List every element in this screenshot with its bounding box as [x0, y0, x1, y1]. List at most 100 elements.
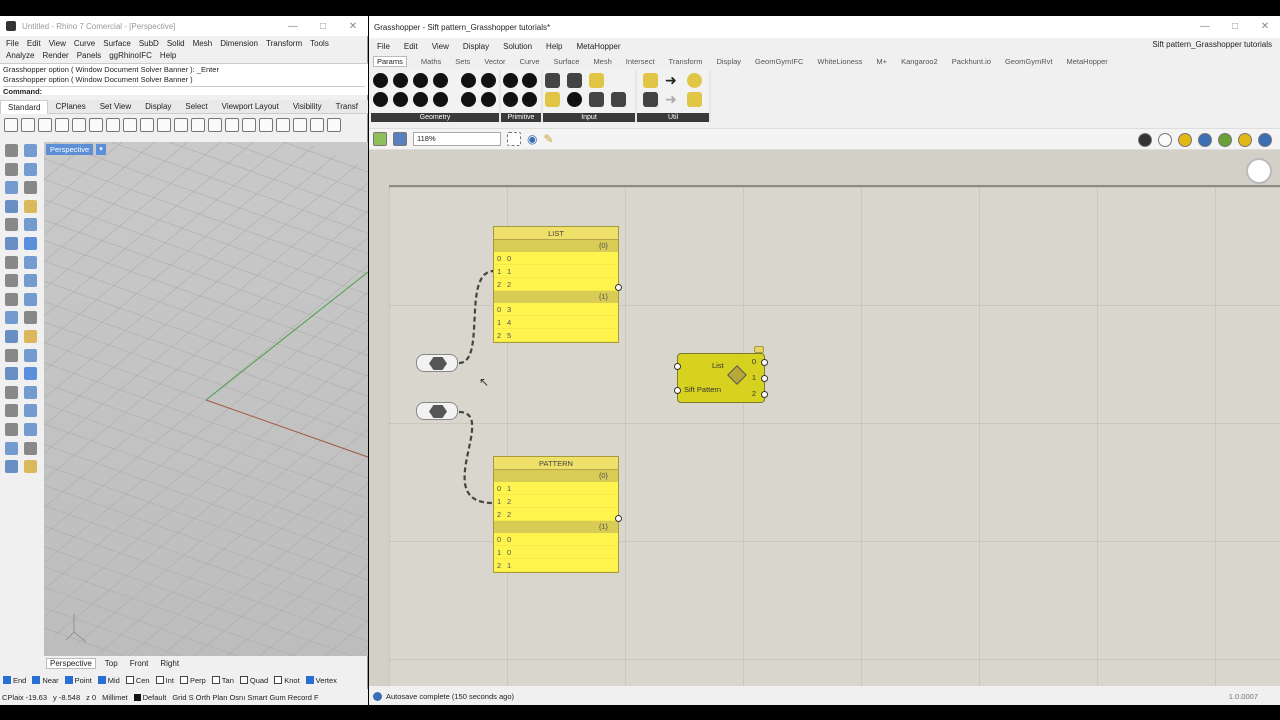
gh-tab-intersect[interactable]: Intersect	[626, 57, 655, 66]
box-icon[interactable]	[5, 255, 18, 269]
toolbar-tab-select[interactable]: Select	[178, 102, 214, 111]
toolbar-tab-transf[interactable]: Transf	[329, 102, 365, 111]
view-tab-top[interactable]: Top	[102, 659, 121, 668]
osnap-checkbox[interactable]	[3, 676, 11, 684]
document-preview-icon[interactable]	[1218, 133, 1232, 147]
layer-icon[interactable]	[24, 441, 37, 455]
gh-tab-vector[interactable]: Vector	[484, 57, 505, 66]
gh-menu-display[interactable]: Display	[463, 42, 489, 51]
zoom-extents-icon[interactable]	[242, 118, 256, 132]
scale-icon[interactable]	[24, 367, 37, 381]
viewport-menu-chevron-icon[interactable]: ▾	[96, 144, 106, 155]
list-panel[interactable]: LIST {0} 0 0 1 1 2 2 {1} 0 3 1 4 2 5	[493, 226, 619, 343]
viewport-label[interactable]: Perspective	[46, 144, 94, 155]
osnap-checkbox[interactable]	[211, 676, 220, 684]
sketch-pen-icon[interactable]: ✎	[543, 132, 553, 146]
mesh-icon[interactable]	[5, 292, 18, 306]
paste-icon[interactable]	[123, 118, 137, 132]
join-icon[interactable]	[5, 423, 18, 436]
number-param-icon[interactable]	[522, 73, 537, 88]
galapagos-icon[interactable]	[687, 92, 702, 107]
menu-item-solid[interactable]: Solid	[167, 39, 185, 48]
toolbar-tab-cplanes[interactable]: CPlanes	[48, 102, 92, 111]
rotate-icon[interactable]	[5, 367, 18, 381]
osnap-checkbox[interactable]	[32, 676, 41, 684]
pan-icon[interactable]	[157, 118, 171, 132]
gh-tab-whitelioness[interactable]: WhiteLioness	[817, 57, 862, 66]
curve-param-icon[interactable]	[461, 73, 476, 88]
panel-icon[interactable]	[589, 73, 604, 88]
view-tab-front[interactable]: Front	[127, 659, 152, 668]
osnap-checkbox[interactable]	[155, 676, 164, 684]
rotate-view-icon[interactable]	[191, 118, 205, 132]
geometry-param-icon[interactable]	[373, 73, 388, 88]
globe-icon[interactable]	[1258, 133, 1272, 147]
osnap-knot[interactable]: Knot	[274, 676, 300, 685]
menu-item-analyze[interactable]: Analyze	[6, 51, 34, 60]
toggle-icon[interactable]	[567, 73, 582, 88]
view-tab-perspective[interactable]: Perspective	[46, 657, 96, 669]
gh-canvas[interactable]: LIST {0} 0 0 1 1 2 2 {1} 0 3 1 4 2 5 PATTERN {0} 0 1 1 2 2 2{…	[369, 150, 1280, 686]
button-icon[interactable]	[567, 92, 582, 107]
hatch-icon[interactable]	[5, 330, 18, 343]
toolbar-tab-viewport-layout[interactable]: Viewport Layout	[215, 102, 286, 111]
menu-item-ggrhinoifc[interactable]: ggRhinoIFC	[109, 51, 152, 60]
gh-minimize-button[interactable]: —	[1190, 21, 1220, 32]
sift-pattern-component[interactable]: List Sift Pattern 0 1 2	[674, 346, 768, 403]
options-icon[interactable]	[327, 118, 341, 132]
open-file-icon[interactable]	[373, 132, 387, 146]
cluster-icon[interactable]	[643, 73, 658, 88]
print-icon[interactable]	[55, 118, 69, 132]
osnap-cen[interactable]: Cen	[125, 676, 150, 685]
point-icon[interactable]	[24, 144, 37, 157]
trim-icon[interactable]	[5, 404, 18, 418]
osnap-end[interactable]: End	[3, 676, 26, 685]
gh-menu-metahopper[interactable]: MetaHopper	[577, 42, 621, 51]
rendered-icon[interactable]	[310, 118, 324, 132]
menu-item-panels[interactable]: Panels	[77, 51, 101, 60]
gh-tab-transform[interactable]: Transform	[669, 57, 703, 66]
gh-tab-surface[interactable]: Surface	[554, 57, 580, 66]
osnap-checkbox[interactable]	[305, 676, 314, 684]
gh-tab-params[interactable]: Params	[373, 55, 407, 67]
osnap-checkbox[interactable]	[64, 676, 73, 684]
command-prompt[interactable]: Command:	[3, 87, 42, 96]
output-1-grip[interactable]	[761, 375, 768, 382]
zoom-selected-icon[interactable]	[259, 118, 273, 132]
osnap-checkbox[interactable]	[97, 676, 106, 684]
data-recorder-icon[interactable]	[643, 92, 658, 107]
curve-icon[interactable]	[24, 162, 37, 176]
osnap-near[interactable]: Near	[32, 676, 59, 685]
preview-off-icon[interactable]	[1138, 133, 1152, 147]
osnap-point[interactable]: Point	[64, 676, 92, 685]
new-file-icon[interactable]	[4, 118, 18, 132]
ellipse-icon[interactable]	[5, 218, 18, 232]
surface-icon[interactable]	[5, 237, 18, 250]
shaded-preview-icon[interactable]	[1178, 133, 1192, 147]
gh-tab-maths[interactable]: Maths	[421, 57, 441, 66]
toolbar-tab-display[interactable]: Display	[138, 102, 178, 111]
osnap-mid[interactable]: Mid	[97, 676, 120, 685]
value-list-icon[interactable]	[589, 92, 604, 107]
surface-param-icon[interactable]	[393, 92, 408, 107]
osnap-checkbox[interactable]	[125, 676, 134, 684]
open-file-icon[interactable]	[21, 118, 35, 132]
move-icon[interactable]	[174, 118, 188, 132]
line-param-icon[interactable]	[481, 73, 496, 88]
sphere-icon[interactable]	[24, 255, 37, 269]
menu-item-mesh[interactable]: Mesh	[193, 39, 213, 48]
undo-icon[interactable]	[140, 118, 154, 132]
viewport-4-icon[interactable]	[276, 118, 290, 132]
gh-tab-mesh[interactable]: Mesh	[593, 57, 611, 66]
subd-icon[interactable]	[24, 292, 37, 306]
render-icon[interactable]	[5, 460, 18, 474]
vector-param-icon[interactable]	[413, 73, 428, 88]
output-2-grip[interactable]	[761, 391, 768, 398]
mirror-icon[interactable]	[5, 385, 18, 399]
gh-tab-sets[interactable]: Sets	[455, 57, 470, 66]
point-param-icon[interactable]	[393, 73, 408, 88]
select-icon[interactable]	[5, 144, 18, 157]
boolean-icon[interactable]	[5, 274, 18, 288]
split-icon[interactable]	[24, 404, 37, 418]
array-icon[interactable]	[24, 385, 37, 399]
